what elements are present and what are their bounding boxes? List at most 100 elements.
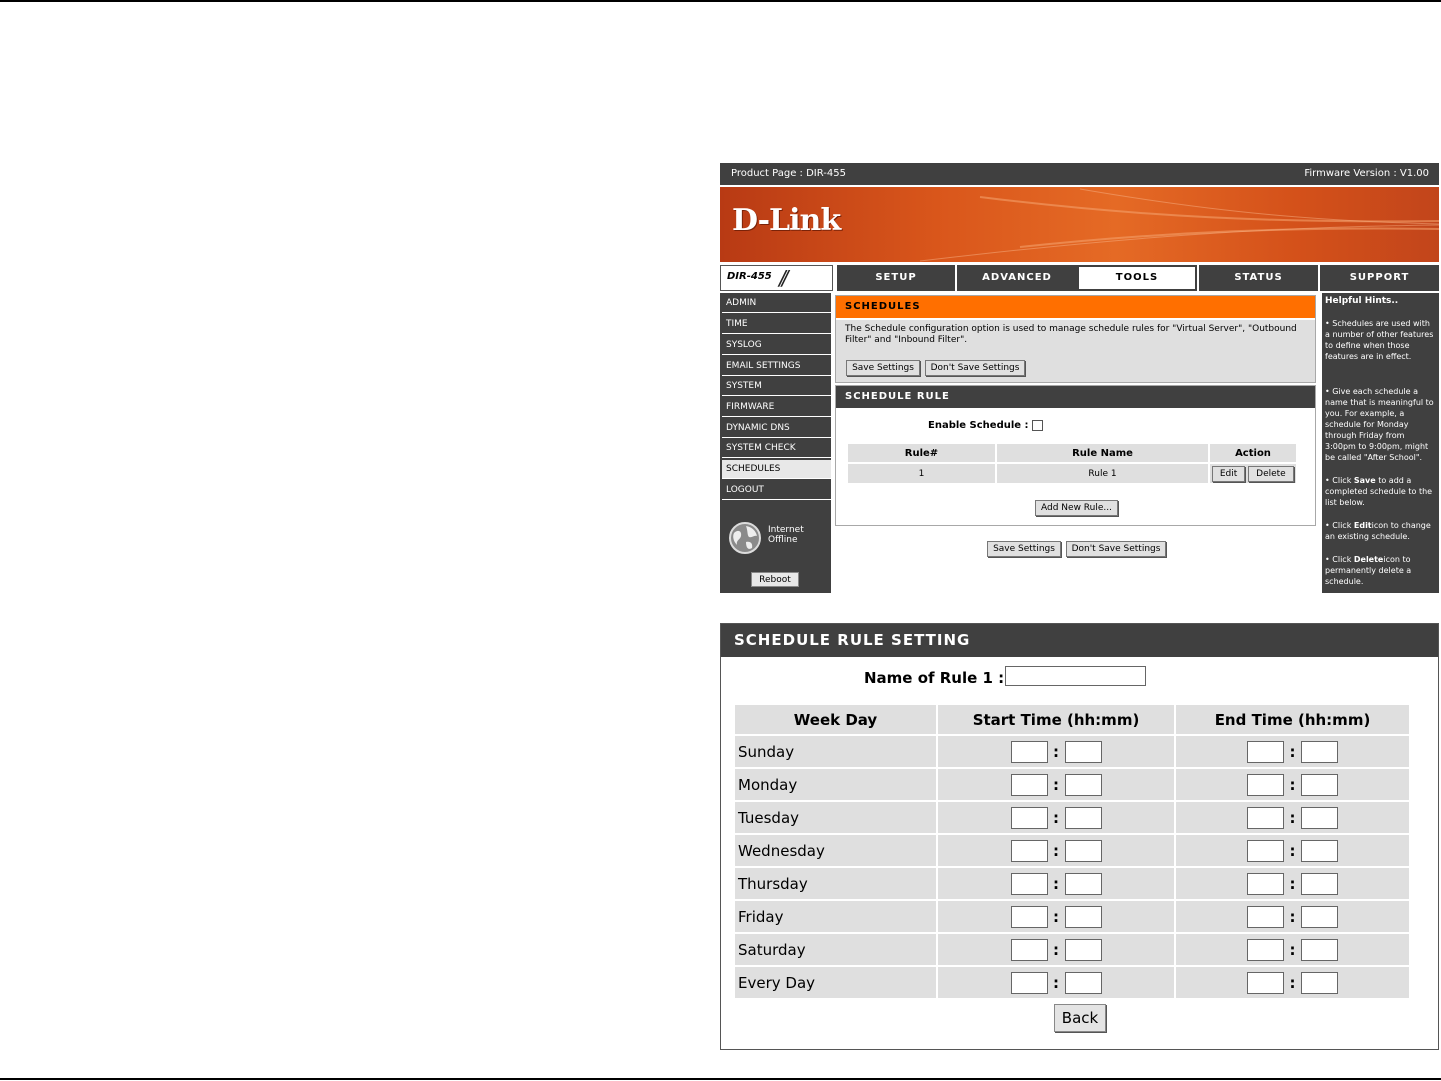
dont-save-settings-button-bottom[interactable]: Don't Save Settings xyxy=(1066,541,1166,557)
hint-5-pre: • Click xyxy=(1325,555,1354,564)
sidebar-item-admin[interactable]: ADMIN xyxy=(722,294,831,313)
tab-setup[interactable]: SETUP xyxy=(835,265,955,291)
column-action: Action xyxy=(1210,444,1296,462)
sidebar-item-syslog[interactable]: SYSLOG xyxy=(722,336,831,355)
hint-3-bold: Save xyxy=(1353,476,1376,485)
tab-tools[interactable]: TOOLS xyxy=(1077,265,1197,291)
end-minute-input[interactable] xyxy=(1301,872,1338,895)
end-minute-input[interactable] xyxy=(1301,938,1338,961)
sidebar-item-email-settings[interactable]: EMAIL SETTINGS xyxy=(722,357,831,376)
sidebar-item-logout[interactable]: LOGOUT xyxy=(722,481,831,500)
tab-support[interactable]: SUPPORT xyxy=(1318,265,1439,291)
start-time-cell: : xyxy=(938,934,1174,965)
rule-name-input[interactable] xyxy=(1005,666,1146,686)
sidebar-item-time[interactable]: TIME xyxy=(722,315,831,334)
sidebar-item-system-check[interactable]: SYSTEM CHECK xyxy=(722,439,831,458)
schedules-title: SCHEDULES xyxy=(836,296,1315,320)
start-minute-input[interactable] xyxy=(1064,905,1102,928)
end-time-cell: : xyxy=(1176,967,1409,998)
helpful-hints-panel: Helpful Hints.. • Schedules are used wit… xyxy=(1322,293,1439,593)
start-minute-input[interactable] xyxy=(1064,773,1102,796)
tab-status[interactable]: STATUS xyxy=(1197,265,1318,291)
end-minute-input[interactable] xyxy=(1301,773,1338,796)
end-hour-input[interactable] xyxy=(1247,971,1284,994)
week-day-label: Sunday xyxy=(735,736,936,767)
hint-3: • Click Save to add a completed schedule… xyxy=(1325,475,1435,508)
start-hour-input[interactable] xyxy=(1010,938,1048,961)
time-separator: : xyxy=(1053,940,1059,959)
start-time-cell: : xyxy=(938,802,1174,833)
end-hour-input[interactable] xyxy=(1247,905,1284,928)
end-hour-input[interactable] xyxy=(1247,740,1284,763)
week-day-label: Monday xyxy=(735,769,936,800)
save-settings-button-top[interactable]: Save Settings xyxy=(846,360,920,376)
start-hour-input[interactable] xyxy=(1010,839,1048,862)
end-time-cell: : xyxy=(1176,868,1409,899)
time-separator: : xyxy=(1289,742,1296,761)
hint-5: • Click Deleteicon to permanently delete… xyxy=(1325,554,1435,587)
end-time-cell: : xyxy=(1176,802,1409,833)
schedule-rule-setting-title: SCHEDULE RULE SETTING xyxy=(721,624,1438,657)
edit-button[interactable]: Edit xyxy=(1212,465,1246,482)
end-hour-input[interactable] xyxy=(1247,872,1284,895)
start-hour-input[interactable] xyxy=(1010,740,1048,763)
globe-icon xyxy=(729,522,761,554)
week-day-label: Tuesday xyxy=(735,802,936,833)
end-hour-input[interactable] xyxy=(1247,806,1284,829)
column-rule-number: Rule# xyxy=(848,444,995,462)
time-separator: : xyxy=(1289,775,1296,794)
schedules-panel: SCHEDULES The Schedule configuration opt… xyxy=(835,295,1316,383)
end-hour-input[interactable] xyxy=(1247,773,1284,796)
table-row: Saturday:: xyxy=(735,934,1409,965)
dont-save-settings-button-top[interactable]: Don't Save Settings xyxy=(925,360,1025,376)
main-nav: DIR-455 // SETUP ADVANCED TOOLS STATUS S… xyxy=(720,265,1439,291)
start-minute-input[interactable] xyxy=(1064,806,1102,829)
delete-button[interactable]: Delete xyxy=(1247,465,1294,482)
enable-schedule-checkbox[interactable] xyxy=(1032,420,1043,431)
start-minute-input[interactable] xyxy=(1064,971,1102,994)
save-settings-button-bottom[interactable]: Save Settings xyxy=(987,541,1061,557)
sidebar-item-dynamic-dns[interactable]: DYNAMIC DNS xyxy=(722,419,831,438)
start-hour-input[interactable] xyxy=(1010,971,1048,994)
end-minute-input[interactable] xyxy=(1301,971,1338,994)
page-bottom-rule xyxy=(0,1078,1441,1080)
end-time-cell: : xyxy=(1176,835,1409,866)
model-tab: DIR-455 // xyxy=(720,265,833,291)
start-hour-input[interactable] xyxy=(1010,773,1048,796)
start-time-cell: : xyxy=(938,868,1174,899)
week-day-label: Saturday xyxy=(735,934,936,965)
start-minute-input[interactable] xyxy=(1064,872,1102,895)
start-time-cell: : xyxy=(938,769,1174,800)
schedule-rule-title: SCHEDULE RULE xyxy=(836,386,1315,410)
start-minute-input[interactable] xyxy=(1064,839,1102,862)
start-minute-input[interactable] xyxy=(1064,938,1102,961)
start-hour-input[interactable] xyxy=(1010,806,1048,829)
schedules-description: The Schedule configuration option is use… xyxy=(845,324,1297,345)
start-minute-input[interactable] xyxy=(1064,740,1102,763)
table-row: Every Day:: xyxy=(735,967,1409,998)
time-separator: : xyxy=(1289,973,1296,992)
table-row: Sunday:: xyxy=(735,736,1409,767)
end-minute-input[interactable] xyxy=(1301,806,1338,829)
end-minute-input[interactable] xyxy=(1301,905,1338,928)
page-top-rule xyxy=(0,0,1441,2)
tab-advanced[interactable]: ADVANCED xyxy=(955,265,1077,291)
end-minute-input[interactable] xyxy=(1301,740,1338,763)
time-separator: : xyxy=(1289,907,1296,926)
sidebar-item-schedules[interactable]: SCHEDULES xyxy=(722,460,831,479)
top-bar: Product Page : DIR-455 Firmware Version … xyxy=(720,163,1439,185)
start-hour-input[interactable] xyxy=(1010,905,1048,928)
rule-number-cell: 1 xyxy=(848,464,995,483)
sidebar-item-firmware[interactable]: FIRMWARE xyxy=(722,398,831,417)
start-hour-input[interactable] xyxy=(1010,872,1048,895)
back-button[interactable]: Back xyxy=(1054,1004,1106,1032)
sidebar-item-system[interactable]: SYSTEM xyxy=(722,377,831,396)
start-time-cell: : xyxy=(938,901,1174,932)
firmware-version-label: Firmware Version : V1.00 xyxy=(1304,168,1429,179)
week-day-label: Wednesday xyxy=(735,835,936,866)
reboot-button[interactable]: Reboot xyxy=(751,572,799,587)
end-hour-input[interactable] xyxy=(1247,938,1284,961)
end-minute-input[interactable] xyxy=(1301,839,1338,862)
end-hour-input[interactable] xyxy=(1247,839,1284,862)
add-new-rule-button[interactable]: Add New Rule... xyxy=(1035,500,1118,516)
